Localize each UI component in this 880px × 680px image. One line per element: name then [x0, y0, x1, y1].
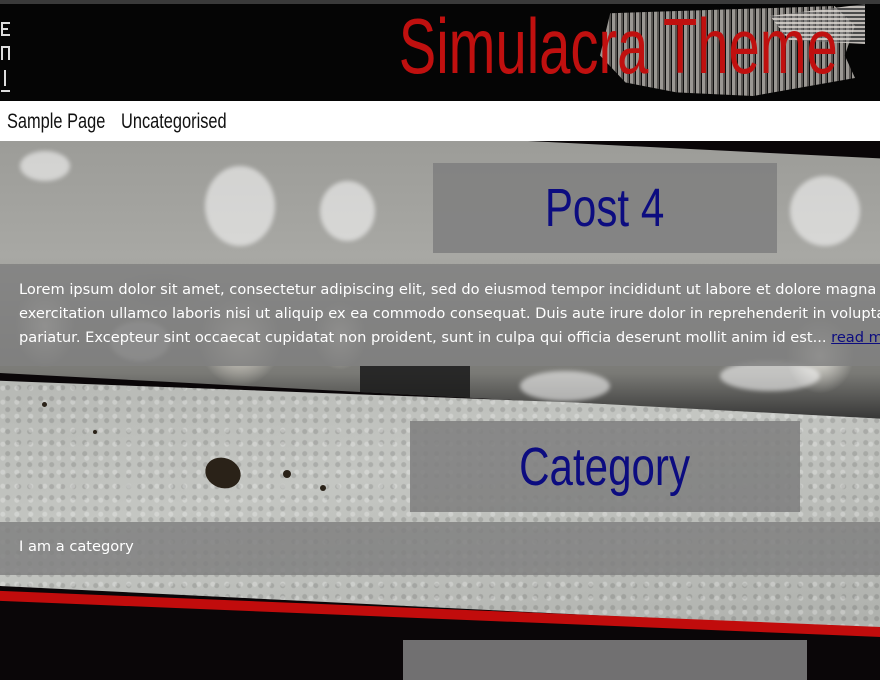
site-header: Simulacra Theme: [0, 0, 880, 101]
header-side-text: [1, 22, 10, 92]
main-navigation: Sample Page Uncategorised: [0, 101, 880, 141]
nav-item-sample-page[interactable]: Sample Page: [7, 110, 105, 134]
category-description: I am a category: [19, 538, 134, 555]
post-excerpt: Lorem ipsum dolor sit amet, consectetur …: [0, 264, 880, 366]
next-section-title-box: [403, 640, 807, 680]
excerpt-line-1: Lorem ipsum dolor sit amet, consectetur …: [19, 281, 880, 298]
post-title[interactable]: Post 4: [545, 177, 664, 239]
category-description-box: I am a category: [0, 522, 880, 575]
nav-item-uncategorised[interactable]: Uncategorised: [121, 110, 227, 134]
read-more-link[interactable]: read more: [831, 329, 880, 346]
excerpt-line-2: exercitation ullamco laboris nisi ut ali…: [19, 305, 880, 322]
site-title[interactable]: Simulacra Theme: [399, 4, 838, 92]
category-title-box: Category: [410, 421, 800, 512]
excerpt-line-3: pariatur. Excepteur sint occaecat cupida…: [19, 329, 827, 346]
post-excerpt-text: Lorem ipsum dolor sit amet, consectetur …: [19, 278, 880, 350]
post-title-box: Post 4: [433, 163, 777, 253]
category-title[interactable]: Category: [520, 436, 691, 498]
